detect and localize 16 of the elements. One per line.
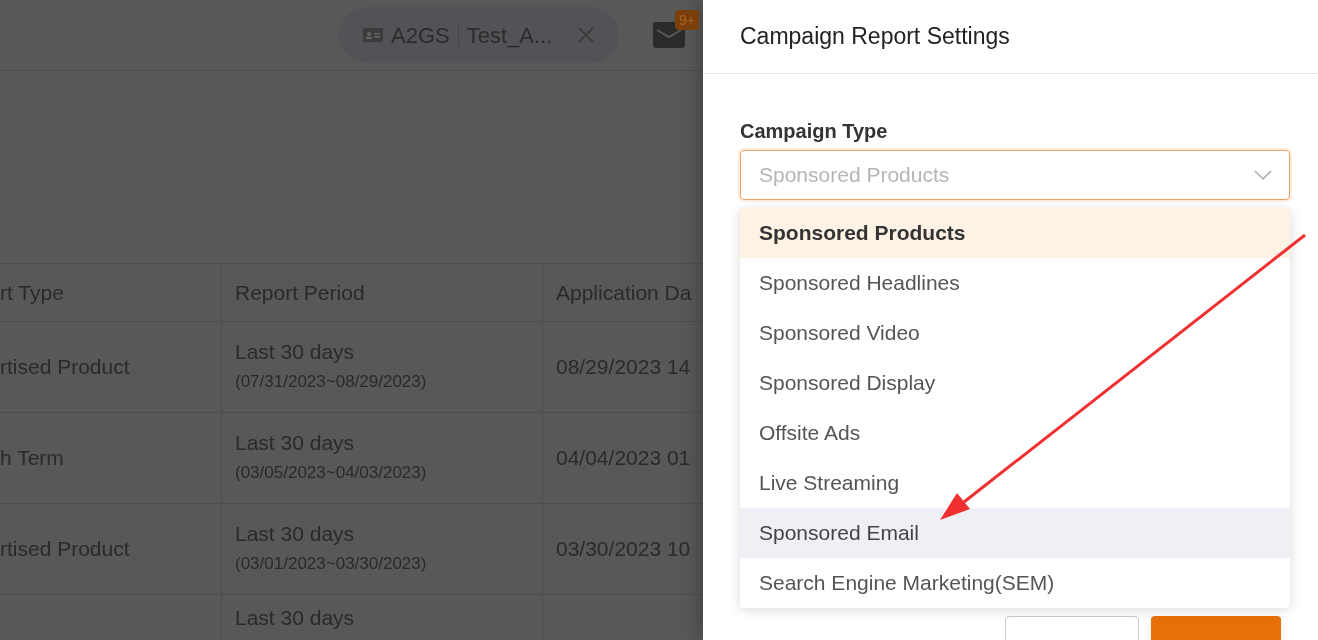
dropdown-option[interactable]: Sponsored Display <box>740 358 1290 408</box>
dropdown-option[interactable]: Offsite Ads <box>740 408 1290 458</box>
field-label: Campaign Type <box>740 119 889 144</box>
id-card-icon <box>363 28 383 42</box>
dropdown-option[interactable]: Sponsored Headlines <box>740 258 1290 308</box>
drawer-title: Campaign Report Settings <box>740 22 1010 52</box>
chevron-down-icon <box>1254 170 1272 180</box>
dropdown-option[interactable]: Sponsored Email <box>740 508 1290 558</box>
dropdown-option[interactable]: Sponsored Video <box>740 308 1290 358</box>
cancel-button[interactable] <box>1005 616 1139 640</box>
campaign-type-select[interactable]: Sponsored Products <box>740 150 1290 200</box>
dropdown-option[interactable]: Live Streaming <box>740 458 1290 508</box>
close-icon[interactable] <box>577 26 595 44</box>
dropdown-option[interactable]: Search Engine Marketing(SEM) <box>740 558 1290 608</box>
dropdown-option[interactable]: Sponsored Products <box>740 208 1290 258</box>
confirm-button[interactable] <box>1151 616 1281 640</box>
